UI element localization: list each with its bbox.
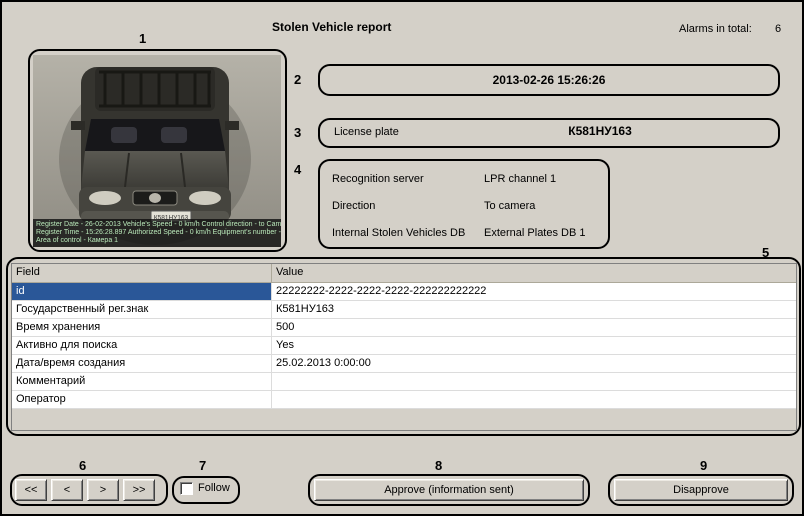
stolen-db-label: Internal Stolen Vehicles DB — [332, 227, 484, 239]
recognition-server-value: LPR channel 1 — [484, 173, 556, 185]
recognition-server-label: Recognition server — [332, 173, 484, 185]
photo-overlay: Register Date - 26-02-2013 Vehicle's Spe… — [33, 219, 281, 247]
table-row[interactable]: Оператор — [12, 391, 796, 409]
column-header-value[interactable]: Value — [272, 264, 796, 282]
field-cell[interactable]: id — [12, 283, 272, 300]
callout-5: 5 — [762, 246, 769, 259]
recognition-server-row: Recognition server LPR channel 1 — [332, 165, 602, 192]
stolen-db-value: External Plates DB 1 — [484, 227, 586, 239]
table-row[interactable]: Дата/время создания 25.02.2013 0:00:00 — [12, 355, 796, 373]
stolen-vehicle-report-window: Stolen Vehicle report Alarms in total: 6… — [0, 0, 804, 516]
disapprove-button[interactable]: Disapprove — [614, 479, 788, 501]
table-row[interactable]: id 22222222-2222-2222-2222-222222222222 — [12, 283, 796, 301]
approve-button[interactable]: Approve (information sent) — [314, 479, 584, 501]
field-cell[interactable]: Оператор — [12, 391, 272, 408]
follow-control[interactable]: Follow — [180, 482, 230, 495]
datetime-display: 2013-02-26 15:26:26 — [320, 66, 778, 94]
field-cell[interactable]: Дата/время создания — [12, 355, 272, 372]
stolen-db-row: Internal Stolen Vehicles DB External Pla… — [332, 219, 602, 246]
callout-2: 2 — [294, 73, 301, 86]
overlay-line-2: Register Time - 15:26:28.897 Authorized … — [36, 229, 278, 237]
overlay-line-1: Register Date - 26-02-2013 Vehicle's Spe… — [36, 221, 278, 229]
callout-6: 6 — [79, 459, 86, 472]
page-title: Stolen Vehicle report — [272, 20, 391, 34]
recognition-info: Recognition server LPR channel 1 Directi… — [332, 165, 602, 246]
callout-1: 1 — [139, 32, 146, 45]
overlay-line-3: Area of control - Камера 1 — [36, 237, 278, 245]
table-header-row: Field Value — [12, 264, 796, 283]
prev-page-button[interactable]: < — [51, 479, 83, 501]
license-plate-value: К581НУ163 — [500, 124, 700, 138]
field-cell[interactable]: Время хранения — [12, 319, 272, 336]
callout-8: 8 — [435, 459, 442, 472]
direction-row: Direction To camera — [332, 192, 602, 219]
value-cell[interactable]: Yes — [272, 337, 796, 354]
table-row[interactable]: Государственный рег.знак К581НУ163 — [12, 301, 796, 319]
last-page-button[interactable]: >> — [123, 479, 155, 501]
vehicle-photo: К581НУ163 Register Date - 26-02-2013 Veh… — [33, 55, 281, 247]
column-header-field[interactable]: Field — [12, 264, 272, 282]
direction-value: To camera — [484, 200, 535, 212]
alarms-total-count: 6 — [775, 23, 781, 36]
follow-checkbox[interactable] — [180, 482, 193, 495]
fields-table: Field Value id 22222222-2222-2222-2222-2… — [11, 263, 797, 431]
table-row[interactable]: Комментарий — [12, 373, 796, 391]
callout-9: 9 — [700, 459, 707, 472]
direction-label: Direction — [332, 200, 484, 212]
callout-3: 3 — [294, 126, 301, 139]
value-cell[interactable] — [272, 391, 796, 408]
next-page-button[interactable]: > — [87, 479, 119, 501]
value-cell[interactable] — [272, 373, 796, 390]
value-cell[interactable]: 25.02.2013 0:00:00 — [272, 355, 796, 372]
license-plate-label: License plate — [334, 126, 399, 139]
callout-7: 7 — [199, 459, 206, 472]
field-cell[interactable]: Комментарий — [12, 373, 272, 390]
alarms-total-label: Alarms in total: — [679, 23, 752, 36]
table-row[interactable]: Активно для поиска Yes — [12, 337, 796, 355]
field-cell[interactable]: Активно для поиска — [12, 337, 272, 354]
follow-label: Follow — [198, 482, 230, 495]
table-row[interactable]: Время хранения 500 — [12, 319, 796, 337]
first-page-button[interactable]: << — [15, 479, 47, 501]
value-cell[interactable]: 500 — [272, 319, 796, 336]
field-cell[interactable]: Государственный рег.знак — [12, 301, 272, 318]
navigation-buttons: << < > >> — [15, 479, 155, 501]
value-cell[interactable]: 22222222-2222-2222-2222-222222222222 — [272, 283, 796, 300]
value-cell[interactable]: К581НУ163 — [272, 301, 796, 318]
callout-4: 4 — [294, 163, 301, 176]
